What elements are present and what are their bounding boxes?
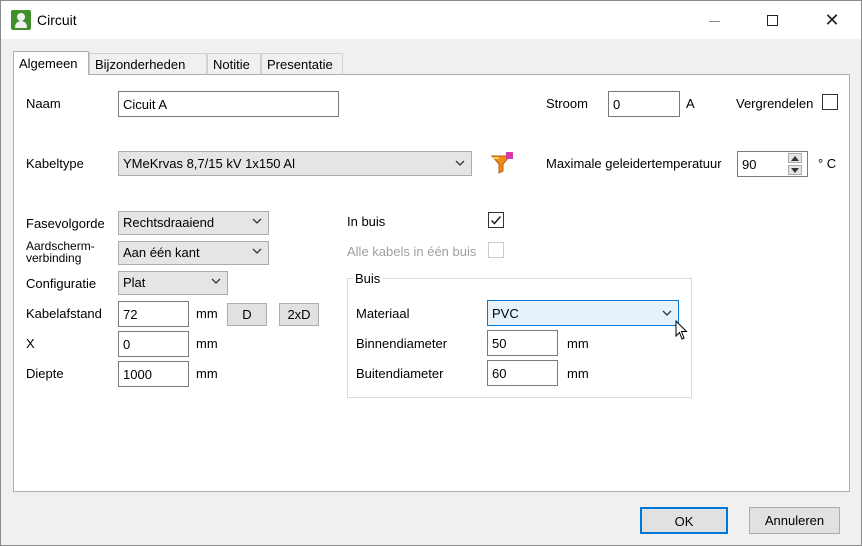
window-title: Circuit xyxy=(37,12,77,28)
naam-label: Naam xyxy=(26,96,61,111)
dialog-window: Circuit ✕ Algemeen Bijzonderheden Notiti… xyxy=(0,0,862,546)
diepte-input[interactable]: 1000 xyxy=(118,361,189,387)
alle-kabels-label: Alle kabels in één buis xyxy=(347,244,477,259)
x-label: X xyxy=(26,336,35,351)
max-temp-value: 90 xyxy=(742,157,757,172)
vergrendelen-label: Vergrendelen xyxy=(736,96,814,111)
vergrendelen-checkbox[interactable] xyxy=(822,94,838,110)
materiaal-select[interactable]: PVC xyxy=(487,300,679,326)
stroom-label: Stroom xyxy=(546,96,588,111)
fasevolgorde-value: Rechtsdraaiend xyxy=(123,215,215,230)
aardscherm-select[interactable]: Aan één kant xyxy=(118,241,269,265)
fasevolgorde-label: Fasevolgorde xyxy=(26,216,105,231)
binnendiameter-input[interactable]: 50 xyxy=(487,330,558,356)
buitendiameter-label: Buitendiameter xyxy=(356,366,444,381)
kabelafstand-input[interactable]: 72 xyxy=(118,301,189,327)
ok-button[interactable]: OK xyxy=(640,507,728,534)
stroom-input[interactable]: 0 xyxy=(608,91,680,117)
minimize-icon xyxy=(708,20,720,22)
materiaal-value: PVC xyxy=(492,306,519,321)
in-buis-checkbox[interactable] xyxy=(488,212,504,228)
buitendiameter-unit: mm xyxy=(567,366,589,381)
close-icon: ✕ xyxy=(824,9,840,31)
close-button[interactable]: ✕ xyxy=(809,1,855,39)
filter-funnel-icon xyxy=(490,152,513,174)
diepte-label: Diepte xyxy=(26,366,64,381)
x-input[interactable]: 0 xyxy=(118,331,189,357)
kabelafstand-label: Kabelafstand xyxy=(26,306,102,321)
configuratie-value: Plat xyxy=(123,275,146,290)
alle-kabels-checkbox[interactable] xyxy=(488,242,504,258)
kabeltype-label: Kabeltype xyxy=(26,156,84,171)
set-2xd-button[interactable]: 2xD xyxy=(279,303,319,326)
maximize-icon xyxy=(766,14,778,26)
binnendiameter-unit: mm xyxy=(567,336,589,351)
spin-down-icon[interactable] xyxy=(788,165,802,175)
kabel-filter-button[interactable] xyxy=(489,150,515,176)
kabeltype-value: YMeKrvas 8,7/15 kV 1x150 Al xyxy=(123,156,295,171)
chevron-down-icon xyxy=(211,278,221,284)
tab-algemeen[interactable]: Algemeen xyxy=(13,51,89,75)
max-temp-label: Maximale geleidertemperatuur xyxy=(546,156,722,171)
configuratie-label: Configuratie xyxy=(26,276,97,291)
naam-input[interactable]: Cicuit A xyxy=(118,91,339,117)
minimize-button[interactable] xyxy=(691,1,737,39)
title-bar[interactable]: Circuit ✕ xyxy=(1,1,861,39)
tab-panel-algemeen: Naam Cicuit A Stroom 0 A Vergrendelen Ka… xyxy=(13,74,850,492)
app-person-icon xyxy=(11,10,31,30)
buis-group-title: Buis xyxy=(353,271,383,286)
stroom-unit: A xyxy=(686,96,695,111)
configuratie-select[interactable]: Plat xyxy=(118,271,228,295)
mouse-cursor-icon xyxy=(675,320,688,340)
in-buis-label: In buis xyxy=(347,214,386,229)
max-temp-spinner[interactable] xyxy=(788,153,804,177)
binnendiameter-label: Binnendiameter xyxy=(356,336,448,351)
fasevolgorde-select[interactable]: Rechtsdraaiend xyxy=(118,211,269,235)
chevron-down-icon xyxy=(455,160,465,166)
aardscherm-label-line2: verbinding xyxy=(26,251,82,265)
tab-presentatie[interactable]: Presentatie xyxy=(261,53,343,74)
set-d-button[interactable]: D xyxy=(227,303,267,326)
x-unit: mm xyxy=(196,336,218,351)
diepte-unit: mm xyxy=(196,366,218,381)
spin-up-icon[interactable] xyxy=(788,153,802,163)
chevron-down-icon xyxy=(252,218,262,224)
buitendiameter-input[interactable]: 60 xyxy=(487,360,558,386)
checkmark-icon xyxy=(490,216,502,225)
kabelafstand-unit: mm xyxy=(196,306,218,321)
aardscherm-value: Aan één kant xyxy=(123,245,200,260)
chevron-down-icon xyxy=(252,248,262,254)
tab-notitie[interactable]: Notitie xyxy=(207,53,261,74)
maximize-button[interactable] xyxy=(749,1,795,39)
tab-bijzonderheden[interactable]: Bijzonderheden xyxy=(89,53,207,74)
max-temp-unit: ° C xyxy=(818,156,837,171)
kabeltype-select[interactable]: YMeKrvas 8,7/15 kV 1x150 Al xyxy=(118,151,472,176)
annuleren-button[interactable]: Annuleren xyxy=(749,507,840,534)
chevron-down-icon xyxy=(662,310,672,316)
materiaal-label: Materiaal xyxy=(356,306,410,321)
